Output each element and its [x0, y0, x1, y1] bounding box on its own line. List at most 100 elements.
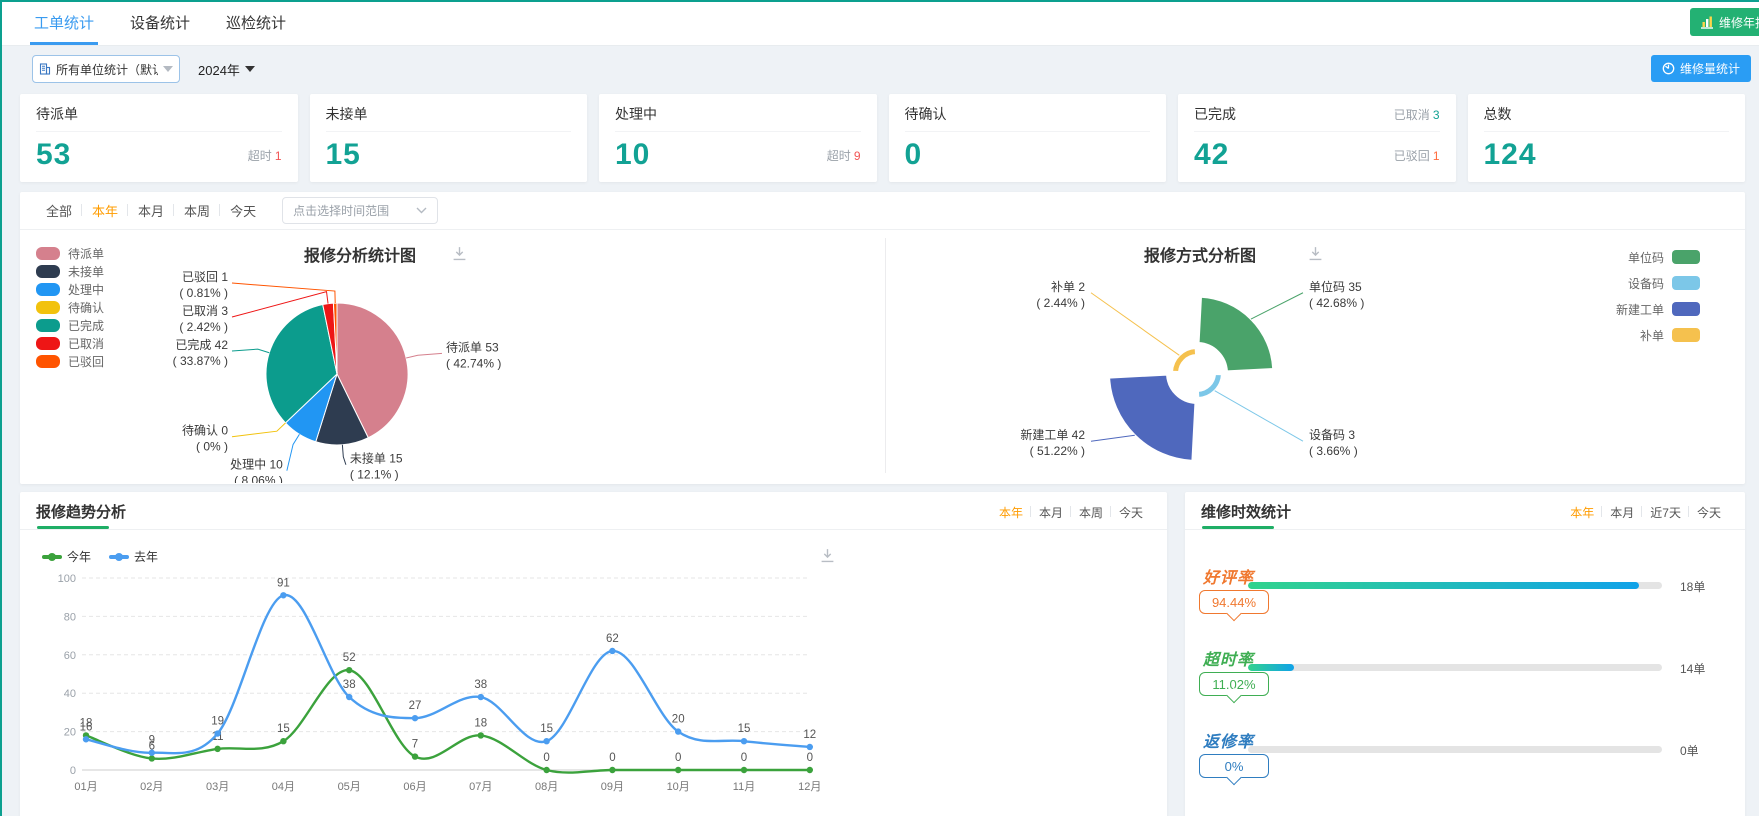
year-select[interactable]: 2024年	[198, 60, 255, 79]
rose-slice-新建工单[interactable]	[1108, 373, 1197, 462]
bar-chart-icon	[1700, 16, 1713, 29]
x-tick-11月: 11月	[733, 781, 755, 793]
unit-select-value: 所有单位统计（默认）	[56, 62, 158, 77]
trend-tab-本年[interactable]: 本年	[991, 504, 1031, 521]
stat-card-value-extra-value: 1	[1432, 148, 1440, 163]
stat-card-value: 0	[904, 138, 923, 171]
stat-card-head: 已完成 已取消 3	[1194, 104, 1440, 132]
svg-text:0: 0	[543, 752, 549, 764]
rose-slice-补单[interactable]	[1170, 346, 1198, 374]
repair-volume-button[interactable]: 维修量统计	[1650, 55, 1751, 82]
timeliness-title: 维修时效统计	[1201, 501, 1291, 529]
pie-label-待确认: 待确认 0( 0% )	[182, 424, 228, 454]
metric-progress-fill	[1248, 582, 1639, 589]
nav-tab-1[interactable]: 设备统计	[130, 0, 190, 45]
time-pill-0[interactable]: 全部	[36, 201, 83, 220]
trend-tab-本月[interactable]: 本月	[1031, 504, 1071, 521]
x-tick-09月: 09月	[601, 781, 624, 793]
stat-card-4: 已完成 已取消 3 42 已驳回 1	[1178, 94, 1456, 182]
svg-text:52: 52	[343, 652, 356, 664]
metric-title: 好评率	[1203, 570, 1255, 587]
svg-text:100: 100	[58, 573, 76, 585]
pie-label-已取消: 已取消 3( 2.42% )	[179, 304, 228, 334]
dot	[48, 552, 56, 561]
page-left-accent	[0, 0, 2, 816]
timeliness-tab-本年[interactable]: 本年	[1562, 504, 1603, 521]
stat-card-head: 未接单	[325, 104, 571, 132]
stat-card-head: 总数	[1483, 104, 1729, 132]
stat-card-5: 总数 124	[1467, 94, 1745, 182]
timeliness-tab-本月[interactable]: 本月	[1602, 504, 1643, 521]
x-tick-10月: 10月	[667, 781, 690, 793]
pie-label-处理中: 处理中 10( 8.06% )	[230, 457, 283, 483]
pie-charts-canvas: 待派单 53( 42.74% ) 未接单 15( 12.1% ) 处理中 10( 8…	[173, 270, 1365, 483]
repair-analysis-panel: 全部 本年 本月 本周 今天 点击选择时间范围 报修分析统计图 待派单 未接单 处理中 待确认…	[20, 192, 1745, 484]
rose-slice-设备码[interactable]	[1196, 372, 1224, 400]
metric-返修率: 返修率 0% 0单	[1185, 728, 1745, 800]
stat-card-title: 处理中	[615, 106, 657, 122]
stat-card-body: 42 已驳回 1	[1194, 138, 1440, 172]
pie-label-未接单: 未接单 15( 12.1% )	[350, 451, 403, 482]
svg-text:91: 91	[277, 577, 290, 589]
stat-cards-row: 待派单 53 超时 1 未接单 15 处理中 10 超时 9 待确认 0 已完成 已取消 3 42 已驳回 1 总数…	[20, 94, 1745, 182]
nav-tab-0[interactable]: 工单统计	[29, 0, 99, 45]
pie-label-已驳回: 已驳回 1( 0.81% )	[179, 270, 228, 300]
stat-card-value-extra: 超时 1	[247, 148, 282, 163]
stat-card-title: 未接单	[325, 106, 368, 122]
stat-card-value-extra: 超时 9	[826, 148, 861, 163]
nav-tab-2[interactable]: 巡检统计	[226, 0, 286, 45]
rose-label-新建工单: 新建工单 42( 51.22% )	[1020, 427, 1085, 458]
stat-card-head: 待派单	[36, 104, 282, 132]
time-range-placeholder: 点击选择时间范围	[293, 204, 390, 218]
unit-select[interactable]: 所有单位统计（默认）	[32, 55, 180, 83]
stat-card-title: 总数	[1483, 106, 1512, 122]
svg-text:19: 19	[211, 716, 224, 728]
bottom-row: 报修趋势分析 本年 本月 本周 今天 今年 去年 0 20 40 60 80 100 01月 02月 0…	[20, 492, 1745, 816]
time-pill-3[interactable]: 本周	[174, 201, 221, 220]
building-icon	[39, 63, 51, 75]
svg-text:15: 15	[540, 723, 553, 735]
rose-slice-单位码[interactable]	[1197, 295, 1275, 373]
gauge-icon	[1662, 62, 1675, 75]
top-nav-tabs: 工单统计 设备统计 巡检统计	[29, 0, 286, 45]
stat-card-body: 124	[1484, 138, 1730, 172]
trend-tab-今天[interactable]: 今天	[1111, 504, 1151, 521]
time-pill-1[interactable]: 本年	[82, 201, 129, 220]
trend-panel-header: 报修趋势分析 本年 本月 本周 今天	[20, 492, 1167, 530]
time-pill-4[interactable]: 今天	[220, 201, 266, 220]
x-tick-08月: 08月	[535, 781, 558, 793]
stat-card-title-extra-value: 3	[1432, 107, 1440, 122]
timeliness-tab-近7天[interactable]: 近7天	[1642, 504, 1689, 521]
stat-card-body: 10 超时 9	[615, 138, 861, 172]
timeliness-panel: 维修时效统计 本年 本月 近7天 今天 好评率 94.44% 18单 超时率 11.02% 14…	[1185, 492, 1745, 816]
metric-count: 18单	[1680, 580, 1706, 594]
svg-text:0: 0	[675, 752, 681, 764]
repair-volume-label: 维修量统计	[1679, 62, 1740, 76]
metric-title: 超时率	[1203, 652, 1255, 669]
svg-text:62: 62	[606, 633, 619, 645]
svg-text:16: 16	[80, 721, 93, 733]
timeliness-tab-今天[interactable]: 今天	[1689, 504, 1729, 521]
repair-trend-panel: 报修趋势分析 本年 本月 本周 今天 今年 去年 0 20 40 60 80 100 01月 02月 0…	[20, 492, 1167, 816]
stat-card-head: 待确认	[904, 104, 1150, 132]
dot	[115, 552, 124, 561]
x-tick-04月: 04月	[272, 781, 295, 793]
trend-panel-title: 报修趋势分析	[36, 501, 126, 529]
timeliness-header: 维修时效统计 本年 本月 近7天 今天	[1185, 492, 1745, 530]
trend-tab-本周[interactable]: 本周	[1071, 504, 1111, 521]
page-top-accent	[0, 0, 1759, 2]
stat-card-1: 未接单 15	[309, 94, 587, 182]
pie-label-待派单: 待派单 53( 42.74% )	[446, 340, 501, 370]
stat-card-3: 待确认 0	[888, 94, 1166, 182]
time-range-select[interactable]: 点击选择时间范围	[282, 197, 439, 224]
metric-percentage: 94.44%	[1211, 594, 1257, 610]
year-report-button[interactable]: 维修年报	[1689, 8, 1759, 36]
timeliness-tabs: 本年 本月 近7天 今天	[1562, 504, 1729, 521]
top-navigation: 工单统计设备统计巡检统计 维修年报	[0, 0, 1759, 46]
line-marker-icon	[109, 552, 130, 561]
time-pill-2[interactable]: 本月	[128, 201, 175, 220]
metric-count: 14单	[1680, 662, 1706, 676]
svg-text:0: 0	[741, 752, 747, 764]
stat-card-title: 待确认	[904, 106, 947, 122]
chevron-down-icon	[416, 207, 427, 214]
